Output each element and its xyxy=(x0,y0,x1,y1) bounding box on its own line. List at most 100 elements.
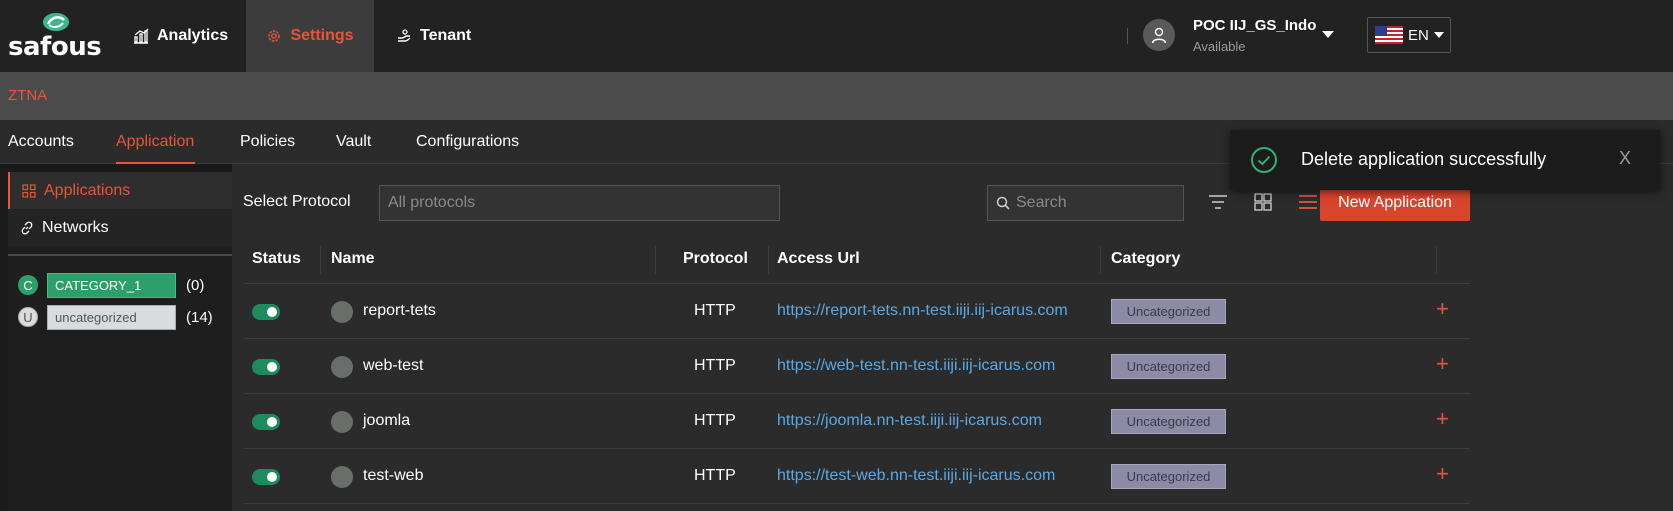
language-selector[interactable]: EN xyxy=(1367,17,1451,53)
filter-icon[interactable] xyxy=(1206,190,1230,214)
column-header-status[interactable]: Status xyxy=(252,250,301,268)
toast-message: Delete application successfully xyxy=(1301,149,1547,169)
category-row-uncategorized[interactable]: U uncategorized (14) xyxy=(18,304,213,330)
top-divider xyxy=(1127,28,1128,44)
section-title: ZTNA xyxy=(8,87,48,104)
add-category-plus-icon[interactable]: + xyxy=(1436,461,1449,487)
category-badge: Uncategorized xyxy=(1111,464,1226,489)
user-icon xyxy=(1151,27,1167,44)
logo-mark-icon xyxy=(43,13,69,31)
category-name: uncategorized xyxy=(47,304,176,330)
column-header-name[interactable]: Name xyxy=(331,250,375,268)
section-header: ZTNA xyxy=(0,72,1673,120)
list-view-icon[interactable] xyxy=(1296,190,1320,214)
nav-analytics-label: Analytics xyxy=(157,27,229,44)
status-toggle[interactable] xyxy=(252,304,280,320)
column-header-protocol[interactable]: Protocol xyxy=(683,250,748,268)
top-bar: safous Analytics Settings Tenant POC IIJ… xyxy=(0,0,1673,72)
category-badge: Uncategorized xyxy=(1111,354,1226,379)
sidebar-item-label: Applications xyxy=(44,182,131,199)
category-count: (14) xyxy=(186,308,213,326)
hand-icon xyxy=(398,29,411,42)
status-toggle[interactable] xyxy=(252,414,280,430)
protocol-select[interactable]: All protocols xyxy=(379,185,780,221)
app-name[interactable]: report-tets xyxy=(363,302,436,320)
app-protocol: HTTP xyxy=(694,357,736,374)
category-letter-badge: U xyxy=(18,307,38,327)
category-name: CATEGORY_1 xyxy=(47,272,176,298)
sidebar-item-networks[interactable]: Networks xyxy=(8,209,232,247)
category-count: (0) xyxy=(186,276,205,294)
table-row[interactable]: web-test HTTP https://web-test.nn-test.i… xyxy=(244,339,1470,394)
column-separator xyxy=(655,246,656,274)
category-row-category-1[interactable]: C CATEGORY_1 (0) xyxy=(18,272,204,298)
column-header-access-url[interactable]: Access Url xyxy=(777,250,860,268)
app-name[interactable]: joomla xyxy=(363,412,410,430)
category-badge: Uncategorized xyxy=(1111,299,1226,324)
table-row[interactable]: joomla HTTP https://joomla.nn-test.iiji.… xyxy=(244,394,1470,449)
nav-settings[interactable]: Settings xyxy=(246,0,374,72)
nav-tenant-label: Tenant xyxy=(420,27,472,44)
user-status: Available xyxy=(1193,39,1246,54)
grid-icon xyxy=(22,184,36,198)
app-avatar xyxy=(331,466,353,488)
safous-logo[interactable]: safous xyxy=(8,10,103,62)
app-avatar xyxy=(331,356,353,378)
tab-application[interactable]: Application xyxy=(116,133,194,151)
table-row[interactable]: report-tets HTTP https://report-tets.nn-… xyxy=(244,284,1470,339)
add-category-plus-icon[interactable]: + xyxy=(1436,406,1449,432)
search-icon xyxy=(996,196,1010,210)
app-name[interactable]: web-test xyxy=(363,357,423,375)
app-access-url[interactable]: https://web-test.nn-test.iiji.iij-icarus… xyxy=(777,357,1055,375)
nav-settings-label: Settings xyxy=(290,27,354,44)
user-avatar[interactable] xyxy=(1143,19,1175,51)
toggle-knob xyxy=(267,417,277,427)
tab-configurations[interactable]: Configurations xyxy=(416,133,519,151)
nav-tenant[interactable]: Tenant xyxy=(396,0,471,72)
success-toast: Delete application successfully X xyxy=(1230,130,1660,190)
user-menu-chevron-down-icon[interactable] xyxy=(1322,31,1334,38)
grid-view-icon[interactable] xyxy=(1251,190,1275,214)
link-icon xyxy=(21,221,33,235)
search-placeholder: Search xyxy=(1016,194,1067,211)
gear-icon xyxy=(268,30,281,42)
active-tab-underline xyxy=(116,162,195,164)
search-input[interactable]: Search xyxy=(987,185,1184,221)
tab-policies[interactable]: Policies xyxy=(240,133,295,151)
add-category-plus-icon[interactable]: + xyxy=(1436,351,1449,377)
language-code: EN xyxy=(1408,26,1429,44)
app-access-url[interactable]: https://test-web.nn-test.iiji.iij-icarus… xyxy=(777,467,1055,485)
user-name: POC IIJ_GS_Indo xyxy=(1193,17,1317,34)
status-toggle[interactable] xyxy=(252,359,280,375)
tab-vault[interactable]: Vault xyxy=(336,133,371,151)
add-category-plus-icon[interactable]: + xyxy=(1436,296,1449,322)
toggle-knob xyxy=(267,362,277,372)
app-avatar xyxy=(331,301,353,323)
logo-text: safous xyxy=(8,32,102,62)
app-avatar xyxy=(331,411,353,433)
table-row[interactable]: test-web HTTP https://test-web.nn-test.i… xyxy=(244,449,1470,504)
app-protocol: HTTP xyxy=(694,302,736,319)
toggle-knob xyxy=(267,472,277,482)
category-badge: Uncategorized xyxy=(1111,409,1226,434)
close-icon[interactable]: X xyxy=(1619,148,1631,169)
column-separator xyxy=(320,246,321,274)
column-header-category[interactable]: Category xyxy=(1111,250,1180,268)
table-header: Status Name Protocol Access Url Category xyxy=(244,238,1470,284)
sidebar-item-applications[interactable]: Applications xyxy=(8,172,232,210)
app-access-url[interactable]: https://joomla.nn-test.iiji.iij-icarus.c… xyxy=(777,412,1042,430)
status-toggle[interactable] xyxy=(252,469,280,485)
column-separator xyxy=(768,246,769,274)
category-letter-badge: C xyxy=(18,275,38,295)
nav-analytics[interactable]: Analytics xyxy=(133,0,228,72)
bar-chart-icon xyxy=(134,28,149,44)
column-separator xyxy=(1436,246,1437,274)
tab-accounts[interactable]: Accounts xyxy=(8,133,74,151)
us-flag-icon xyxy=(1375,26,1403,44)
app-protocol: HTTP xyxy=(694,412,736,429)
app-access-url[interactable]: https://report-tets.nn-test.iiji.iij-ica… xyxy=(777,302,1068,320)
language-chevron-down-icon xyxy=(1433,32,1444,38)
sidebar: Applications Networks C CATEGORY_1 (0) U… xyxy=(8,172,232,511)
column-separator xyxy=(1100,246,1101,274)
app-name[interactable]: test-web xyxy=(363,467,423,485)
